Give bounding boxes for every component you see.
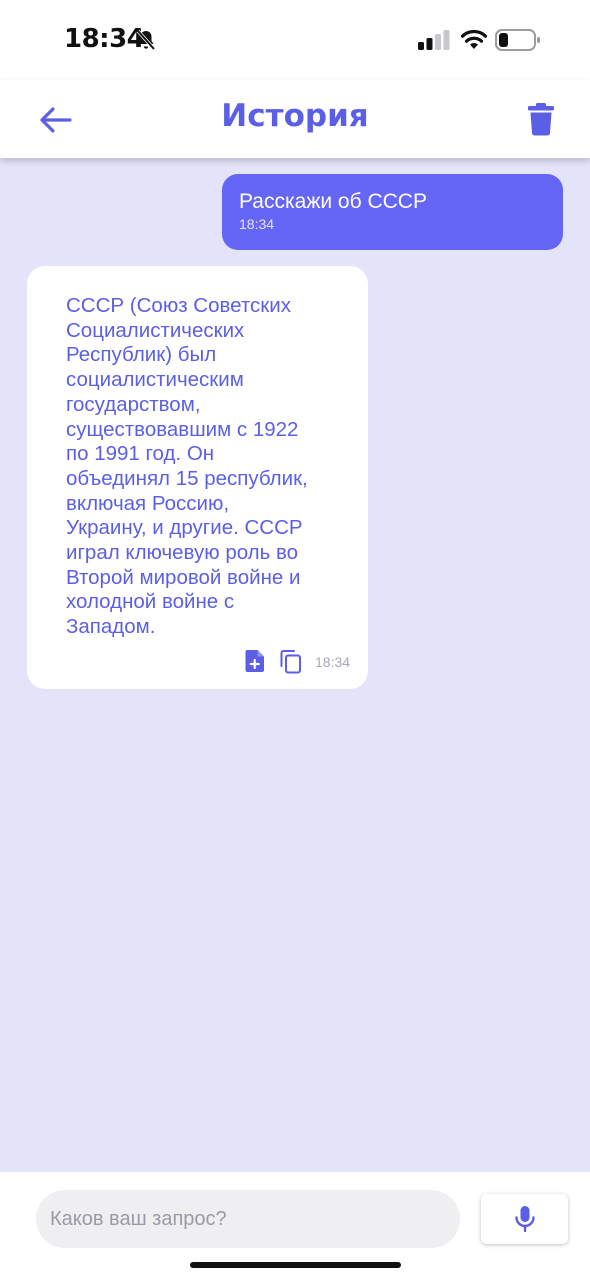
assistant-message-time: 18:34: [315, 654, 351, 670]
user-message-text: Расскажи об СССР: [239, 190, 427, 213]
home-indicator: [190, 1262, 401, 1268]
wifi-icon: [460, 29, 488, 49]
chat-history[interactable]: Расскажи об СССР 18:34 СССР (Союз Советс…: [0, 158, 590, 1172]
assistant-message-text: СССР (Союз Советских Социалистических Ре…: [66, 294, 308, 639]
bell-muted-icon: [136, 29, 156, 51]
status-time: 18:34: [64, 24, 145, 54]
signal-icon: [418, 30, 450, 50]
trash-icon[interactable]: [526, 102, 556, 136]
assistant-message: СССР (Союз Советских Социалистических Ре…: [27, 266, 368, 689]
microphone-icon: [515, 1206, 535, 1233]
battery-icon: [495, 29, 540, 51]
copy-icon[interactable]: [280, 650, 302, 674]
status-bar: 18:34: [0, 0, 590, 80]
app-header: История: [0, 80, 590, 158]
add-document-icon[interactable]: [245, 650, 265, 672]
microphone-button[interactable]: [481, 1194, 568, 1244]
page-title: История: [221, 98, 369, 134]
user-message-time: 18:34: [239, 216, 275, 232]
query-input[interactable]: [36, 1190, 460, 1248]
input-bar: [0, 1172, 590, 1280]
user-message: Расскажи об СССР 18:34: [222, 174, 563, 250]
